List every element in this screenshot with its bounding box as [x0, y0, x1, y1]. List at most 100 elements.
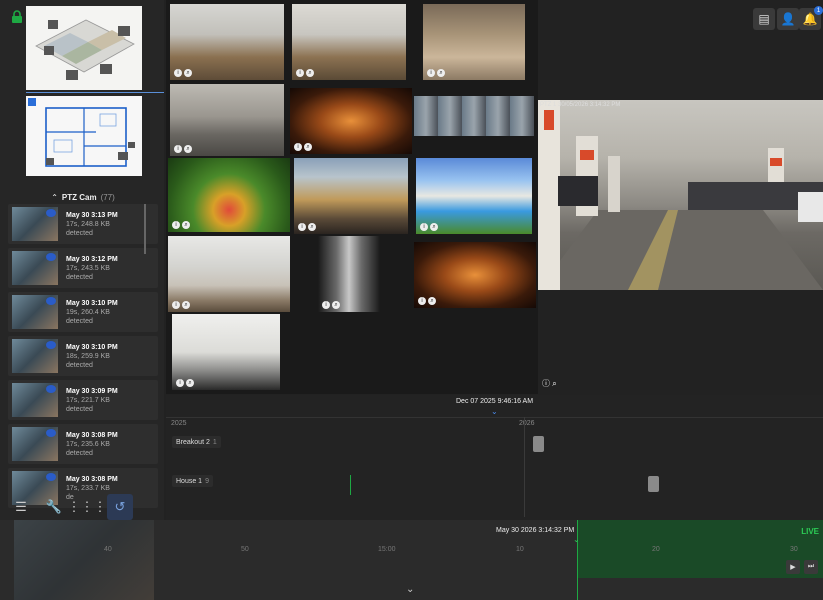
camera-tile-reception[interactable]: i ⌕: [172, 314, 280, 390]
camera-tile-kitchen[interactable]: i ⌕: [168, 236, 290, 312]
notifications-button[interactable]: 🔔 1: [799, 6, 823, 30]
timeline-cursor-date: Dec 07 2025 9:46:16 AM: [456, 398, 534, 405]
history-icon: ↺: [114, 499, 126, 514]
camera-tile-conference-2[interactable]: i ⌕: [292, 4, 406, 80]
tile-controls: i ⌕: [418, 297, 436, 305]
zoom-icon[interactable]: ⌕: [437, 69, 445, 77]
zoom-icon[interactable]: ⌕: [430, 223, 438, 231]
skip-forward-icon: ⏭: [807, 563, 815, 570]
event-item[interactable]: May 30 3:08 PM 17s, 235.6 KB detected: [8, 424, 158, 464]
history-button[interactable]: ↺: [107, 494, 133, 520]
event-details: 17s, 221.7 KB: [66, 396, 110, 404]
user-button[interactable]: 👤: [777, 8, 799, 30]
timeline-row-house-1[interactable]: House 1 9: [172, 475, 213, 487]
info-icon[interactable]: i: [172, 221, 180, 229]
info-icon[interactable]: i: [298, 223, 306, 231]
camera-grid: i⌕ i⌕ i⌕ i⌕ i⌕ i⌕ i⌕ i⌕ i⌕ i⌕: [166, 0, 538, 394]
info-icon[interactable]: i: [172, 301, 180, 309]
chevron-up-icon: ⌃: [51, 192, 58, 202]
tools-button[interactable]: 🔧: [41, 494, 67, 520]
event-item[interactable]: May 30 3:12 PM 17s, 243.5 KB detected: [8, 248, 158, 288]
event-time: May 30 3:13 PM: [66, 211, 118, 219]
event-item[interactable]: May 30 3:10 PM 19s, 260.4 KB detected: [8, 292, 158, 332]
info-icon[interactable]: i: [420, 223, 428, 231]
event-item[interactable]: May 30 3:10 PM 18s, 259.9 KB detected: [8, 336, 158, 376]
selected-camera-view[interactable]: PTZ 1 30/05/2026 3:14:32 PM: [538, 100, 823, 290]
zoom-icon[interactable]: ⌕: [184, 145, 192, 153]
selected-camera-controls: ⓘ ⌕: [542, 378, 557, 389]
timeline-row-breakout-2[interactable]: Breakout 2 1: [172, 436, 221, 448]
event-info: May 30 3:10 PM 18s, 259.9 KB detected: [58, 343, 118, 370]
event-item[interactable]: May 30 3:13 PM 17s, 248.8 KB detected: [8, 204, 158, 244]
play-button[interactable]: ▶: [786, 560, 800, 574]
zoom-icon[interactable]: ⌕: [306, 69, 314, 77]
playback-current-time: May 30 2026 3:14:32 PM: [496, 527, 575, 534]
lock-icon[interactable]: [10, 10, 24, 24]
event-status: detected: [66, 273, 93, 281]
event-info: May 30 3:09 PM 17s, 221.7 KB detected: [58, 387, 118, 414]
timeline-event-block[interactable]: [533, 436, 544, 452]
event-time: May 30 3:08 PM: [66, 475, 118, 483]
event-details: 17s, 235.6 KB: [66, 440, 110, 448]
info-icon[interactable]: i: [418, 297, 426, 305]
event-item[interactable]: May 30 3:09 PM 17s, 221.7 KB detected: [8, 380, 158, 420]
zoom-icon[interactable]: ⌕: [184, 69, 192, 77]
zoom-icon[interactable]: ⌕: [428, 297, 436, 305]
tick-label: 30: [790, 546, 798, 553]
filters-button[interactable]: ☰: [8, 494, 34, 520]
event-time: May 30 3:10 PM: [66, 343, 118, 351]
playback-bar[interactable]: LIVE May 30 2026 3:14:32 PM ⌄ 40 50 15:0…: [0, 520, 823, 600]
zoom-icon[interactable]: ⌕: [182, 221, 190, 229]
layout-icon: ▤: [758, 12, 770, 26]
layout-toggle-button[interactable]: ▤: [753, 8, 775, 30]
camera-tile-multiview[interactable]: [414, 96, 534, 136]
camera-tile-city[interactable]: i ⌕: [294, 158, 408, 234]
zoom-icon[interactable]: ⌕: [304, 143, 312, 151]
info-icon[interactable]: i: [176, 379, 184, 387]
play-icon: ▶: [790, 564, 796, 571]
zoom-icon[interactable]: ⌕: [332, 301, 340, 309]
event-thumbnail: [12, 295, 58, 329]
info-icon[interactable]: i: [174, 69, 182, 77]
event-details: 19s, 260.4 KB: [66, 308, 110, 316]
event-list: May 30 3:13 PM 17s, 248.8 KB detected May 3…: [8, 204, 158, 512]
info-icon[interactable]: ⓘ: [542, 379, 550, 388]
tick-label: 50: [241, 546, 249, 553]
camera-tile-pool[interactable]: i ⌕: [416, 158, 532, 234]
zoom-icon[interactable]: ⌕: [186, 379, 194, 387]
timeline-event-block[interactable]: [648, 476, 659, 492]
skip-to-live-button[interactable]: ⏭: [804, 560, 818, 574]
camera-tile-wine-cellar-2[interactable]: i ⌕: [414, 242, 536, 308]
live-label[interactable]: LIVE: [801, 527, 819, 536]
camera-tile-elevator[interactable]: i ⌕: [318, 236, 380, 312]
info-icon[interactable]: i: [427, 69, 435, 77]
collapse-chevron-icon[interactable]: ⌄: [406, 584, 414, 595]
camera-tile-garden[interactable]: i ⌕: [168, 158, 290, 232]
timeline-event-marker[interactable]: [350, 475, 351, 495]
info-icon[interactable]: i: [322, 301, 330, 309]
ptz-cam-header[interactable]: ⌃ PTZ Cam (77): [8, 190, 158, 204]
floor-plan-blueprint-map[interactable]: [26, 96, 142, 176]
zoom-icon[interactable]: ⌕: [552, 379, 556, 388]
layout-grid-button[interactable]: ⋮⋮⋮: [68, 494, 107, 520]
grid-icon: ⋮⋮⋮: [67, 499, 107, 514]
info-icon[interactable]: i: [296, 69, 304, 77]
event-list-scrollbar[interactable]: [144, 204, 146, 254]
event-status: detected: [66, 361, 93, 369]
event-timeline[interactable]: Dec 07 2025 9:46:16 AM ⌄ 2025 2026 Break…: [166, 395, 823, 520]
event-thumbnail: [12, 383, 58, 417]
tile-controls: i ⌕: [174, 69, 192, 77]
info-icon[interactable]: i: [174, 145, 182, 153]
eye-icon: [46, 341, 56, 349]
camera-tile-conference[interactable]: i ⌕: [170, 4, 284, 80]
event-status: detected: [66, 405, 93, 413]
zoom-icon[interactable]: ⌕: [308, 223, 316, 231]
zoom-icon[interactable]: ⌕: [182, 301, 190, 309]
eye-icon: [46, 473, 56, 481]
floor-plan-3d-map[interactable]: [26, 6, 142, 90]
camera-tile-parking[interactable]: i ⌕: [170, 84, 284, 156]
camera-tile-wine-cellar[interactable]: i ⌕: [290, 88, 412, 154]
left-panel: ⋮ ‹: [0, 0, 164, 600]
info-icon[interactable]: i: [294, 143, 302, 151]
camera-tile-lobby[interactable]: i ⌕: [423, 4, 525, 80]
